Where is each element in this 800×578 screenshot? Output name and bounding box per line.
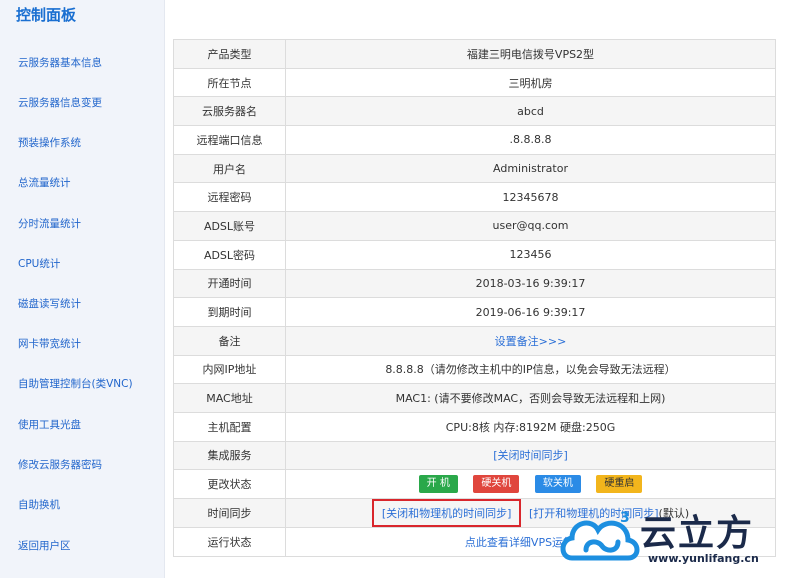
watermark: 3 云立方 www.yunlifang.cn [558, 500, 798, 578]
lan-ip-value: 8.8.8.8（请勿修改主机中的IP信息，以免会导致无法远程） [285, 354, 776, 385]
table-row: ADSL账号 user@qq.com [173, 211, 776, 241]
watermark-brand: 云立方 [640, 513, 755, 554]
hard-restart-button[interactable]: 硬重启 [596, 475, 643, 494]
integration-cell: [关闭时间同步] [285, 440, 776, 471]
row-label: 远程密码 [173, 182, 286, 213]
table-row: 远程端口信息 .8.8.8.8 [173, 125, 776, 155]
sidebar-item-self-swap[interactable]: 自助换机 [18, 497, 60, 512]
set-remark-link[interactable]: 设置备注>>> [495, 335, 567, 348]
row-label: 云服务器名 [173, 96, 286, 127]
row-label: 运行状态 [173, 527, 286, 557]
highlight-box: [关闭和物理机的时间同步] [371, 499, 522, 527]
table-row: 用户名 Administrator [173, 153, 776, 184]
table-row: 更改状态 开 机 硬关机 软关机 硬重启 [173, 469, 776, 499]
adsl-account-value: user@qq.com [285, 211, 776, 241]
table-row: 产品类型 福建三明电信拨号VPS2型 [173, 39, 776, 69]
watermark-url: www.yunlifang.cn [648, 552, 759, 565]
sidebar-item-timeshare-traffic[interactable]: 分时流量统计 [18, 216, 81, 231]
row-label: 集成服务 [173, 440, 286, 471]
product-type-value: 福建三明电信拨号VPS2型 [285, 39, 776, 69]
table-row: 开通时间 2018-03-16 9:39:17 [173, 268, 776, 299]
table-row: 远程密码 12345678 [173, 182, 776, 213]
sidebar-item-basic-info[interactable]: 云服务器基本信息 [18, 55, 102, 70]
row-label: 内网IP地址 [173, 354, 286, 385]
close-time-sync-link[interactable]: [关闭时间同步] [493, 449, 568, 462]
sidebar-title: 控制面板 [16, 6, 77, 24]
row-label: 所在节点 [173, 67, 286, 98]
table-row: 内网IP地址 8.8.8.8（请勿修改主机中的IP信息，以免会导致无法远程） [173, 354, 776, 385]
row-label: 远程端口信息 [173, 125, 286, 155]
node-value: 三明机房 [285, 67, 776, 98]
row-label: ADSL密码 [173, 239, 286, 270]
row-label: 开通时间 [173, 268, 286, 299]
table-row: 备注 设置备注>>> [173, 325, 776, 356]
sidebar-item-nic-bandwidth[interactable]: 网卡带宽统计 [18, 336, 81, 351]
server-info-panel: 产品类型 福建三明电信拨号VPS2型 所在节点 三明机房 云服务器名 abcd … [173, 39, 776, 557]
expire-time-value: 2019-06-16 9:39:17 [285, 297, 776, 327]
remote-port-value: .8.8.8.8 [285, 125, 776, 155]
table-row: 云服务器名 abcd [173, 96, 776, 127]
adsl-password-value: 123456 [285, 239, 776, 270]
row-label: 到期时间 [173, 297, 286, 327]
row-label: 备注 [173, 325, 286, 356]
row-label: 时间同步 [173, 498, 286, 528]
row-label: 产品类型 [173, 39, 286, 69]
server-name-value: abcd [285, 96, 776, 127]
table-row: MAC地址 MAC1: (请不要修改MAC，否则会导致无法远程和上网) [173, 383, 776, 413]
table-row: ADSL密码 123456 [173, 239, 776, 270]
row-label: 主机配置 [173, 411, 286, 442]
sidebar: 控制面板 云服务器基本信息 云服务器信息变更 预装操作系统 总流量统计 分时流量… [0, 0, 165, 578]
table-row: 所在节点 三明机房 [173, 67, 776, 98]
open-time-value: 2018-03-16 9:39:17 [285, 268, 776, 299]
row-label: 更改状态 [173, 469, 286, 499]
sidebar-item-tool-disc[interactable]: 使用工具光盘 [18, 417, 81, 432]
remark-cell: 设置备注>>> [285, 325, 776, 356]
sidebar-item-change-password[interactable]: 修改云服务器密码 [18, 457, 102, 472]
server-info-table: 产品类型 福建三明电信拨号VPS2型 所在节点 三明机房 云服务器名 abcd … [173, 39, 776, 557]
close-host-time-sync-link[interactable]: [关闭和物理机的时间同步] [382, 507, 512, 520]
sidebar-item-back-user-area[interactable]: 返回用户区 [18, 538, 71, 553]
mac-value: MAC1: (请不要修改MAC，否则会导致无法远程和上网) [285, 383, 776, 413]
sidebar-item-preinstall-os[interactable]: 预装操作系统 [18, 135, 81, 150]
sidebar-item-info-change[interactable]: 云服务器信息变更 [18, 95, 102, 110]
table-row: 到期时间 2019-06-16 9:39:17 [173, 297, 776, 327]
hard-shutdown-button[interactable]: 硬关机 [473, 475, 520, 494]
svg-text:3: 3 [620, 510, 630, 526]
table-row: 集成服务 [关闭时间同步] [173, 440, 776, 471]
username-value: Administrator [285, 153, 776, 184]
table-row: 主机配置 CPU:8核 内存:8192M 硬盘:250G [173, 411, 776, 442]
row-label: MAC地址 [173, 383, 286, 413]
remote-password-value: 12345678 [285, 182, 776, 213]
sidebar-item-total-traffic[interactable]: 总流量统计 [18, 175, 71, 190]
sidebar-item-cpu-stats[interactable]: CPU统计 [18, 256, 60, 271]
soft-shutdown-button[interactable]: 软关机 [534, 475, 581, 494]
host-config-value: CPU:8核 内存:8192M 硬盘:250G [285, 411, 776, 442]
sidebar-item-disk-io[interactable]: 磁盘读写统计 [18, 296, 81, 311]
row-label: 用户名 [173, 153, 286, 184]
sidebar-item-vnc-console[interactable]: 自助管理控制台(类VNC) [18, 376, 133, 391]
power-on-button[interactable]: 开 机 [418, 475, 458, 494]
row-label: ADSL账号 [173, 211, 286, 241]
change-state-cell: 开 机 硬关机 软关机 硬重启 [285, 469, 776, 499]
cloud-logo-icon: 3 [560, 510, 640, 561]
